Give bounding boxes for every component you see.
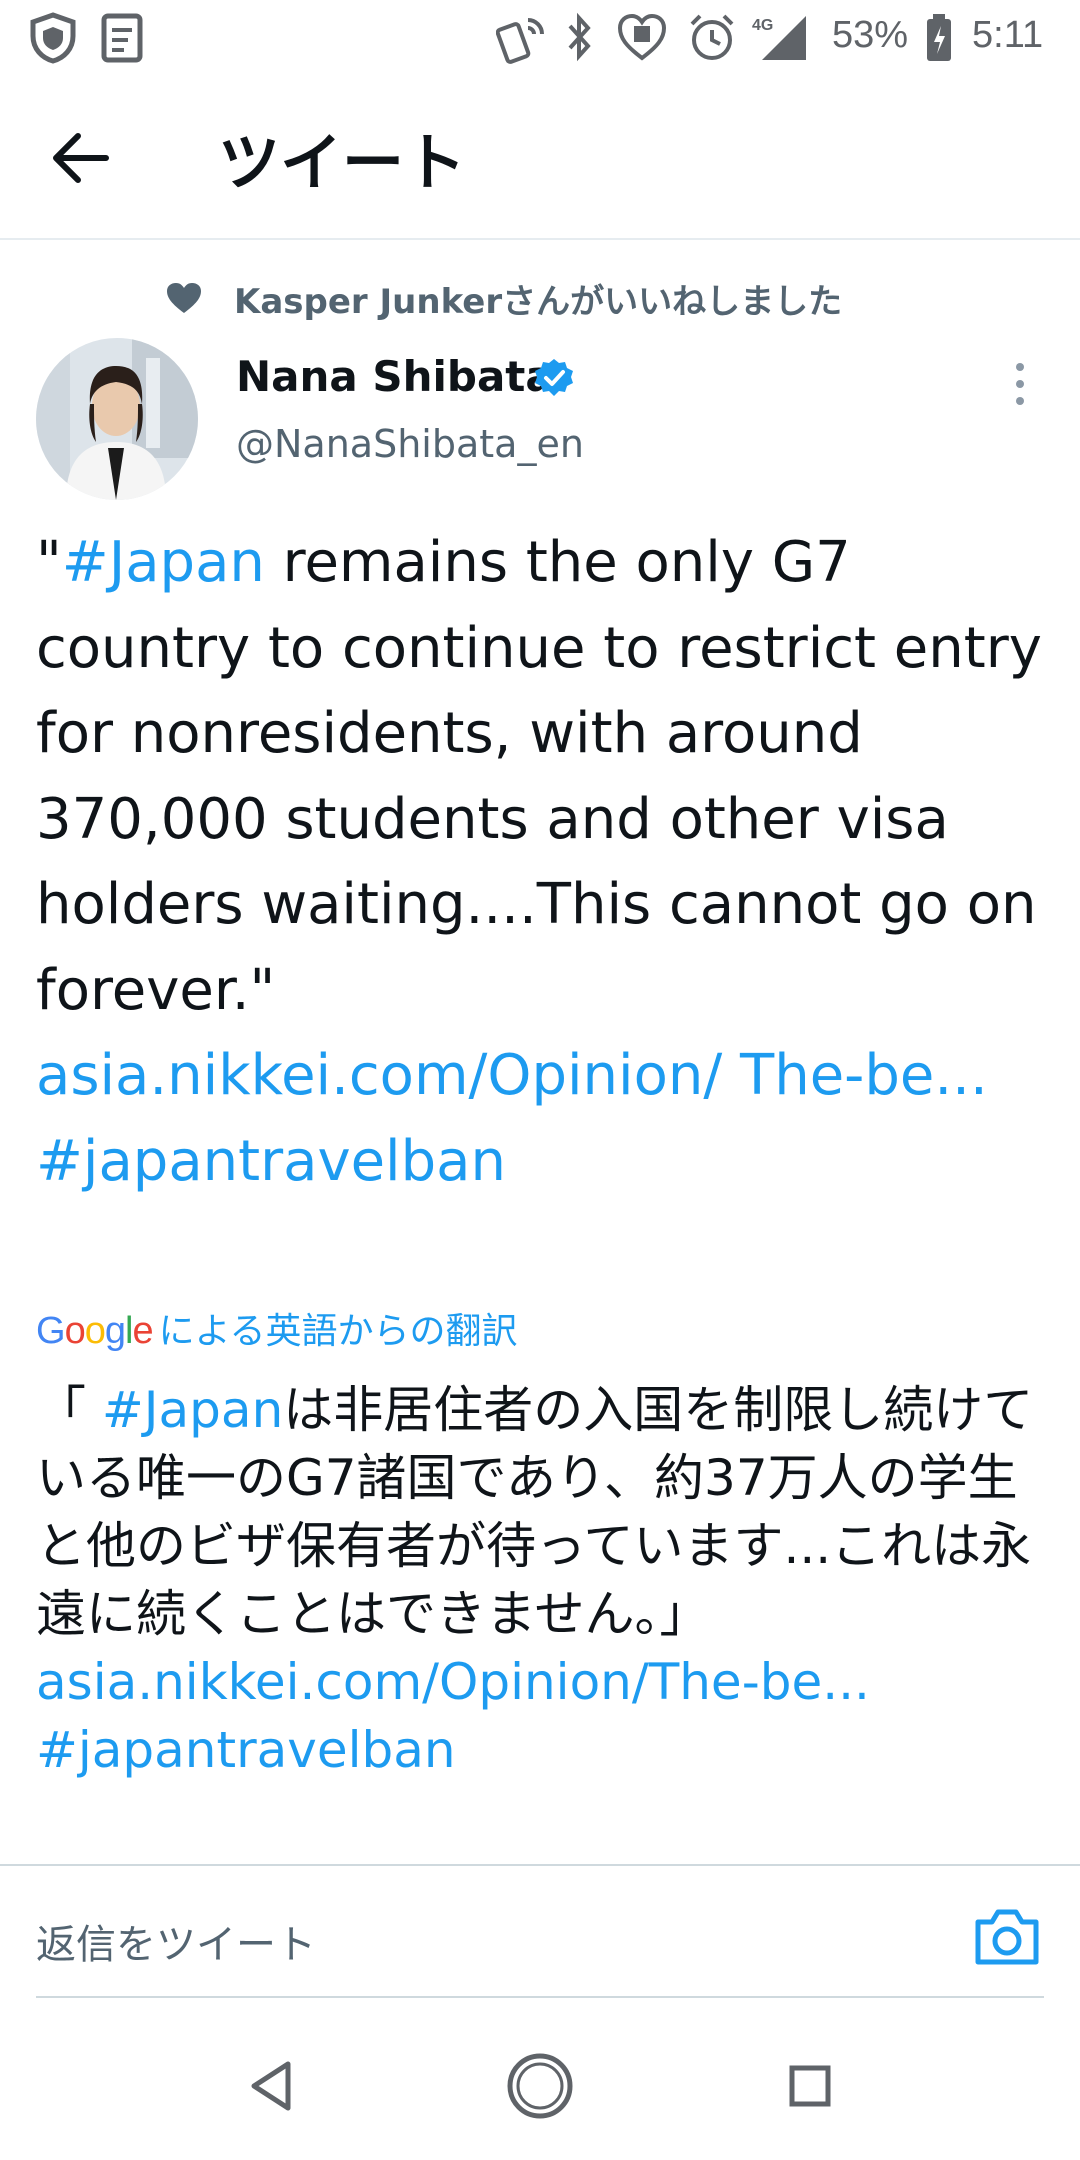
divider: [36, 1996, 1044, 1998]
back-arrow-icon: [53, 133, 109, 183]
notes-icon: [100, 12, 148, 68]
clock-time: 5:11: [972, 14, 1044, 56]
nav-home-icon[interactable]: [506, 2053, 574, 2124]
google-logo: Google: [36, 1310, 154, 1352]
page-title: ツイート: [218, 126, 467, 199]
nav-recents-icon[interactable]: [786, 2056, 834, 2120]
tweet-text: "#Japan remains the only G7 country to c…: [36, 520, 1046, 1204]
battery-percent: 53%: [832, 14, 909, 56]
nfc-phone-icon: [495, 12, 548, 68]
divider: [0, 1864, 1080, 1866]
translated-by: Google による英語からの翻訳: [36, 1302, 518, 1352]
tweet-body: remains the only G7 country to continue …: [36, 530, 1042, 1023]
translation-hashtag-japantravelban[interactable]: #japantravelban: [36, 1721, 456, 1779]
nav-back-icon[interactable]: [246, 2056, 294, 2120]
hashtag-japantravelban[interactable]: #japantravelban: [36, 1129, 506, 1194]
avatar[interactable]: [36, 338, 198, 500]
shield-icon: [28, 12, 78, 68]
status-bar: 4G 53% 5:11: [0, 0, 1080, 76]
hashtag-japan[interactable]: #Japan: [62, 530, 265, 595]
svg-text:4G: 4G: [752, 17, 773, 34]
translated-text: 「 #Japanは非居住者の入国を制限し続けている唯一のG7諸国であり、約37万…: [36, 1376, 1056, 1784]
liked-by-text: Kasper Junkerさんがいいねしました: [234, 282, 843, 322]
quote-mark: ": [36, 530, 62, 595]
author-handle[interactable]: @NanaShibata_en: [236, 422, 584, 466]
signal-4g-icon: 4G: [752, 12, 808, 68]
more-vertical-icon: [1016, 363, 1024, 405]
back-button[interactable]: [44, 118, 124, 198]
camera-button[interactable]: [972, 1906, 1042, 1968]
verified-badge-icon: [534, 358, 574, 402]
alarm-icon: [688, 12, 736, 68]
bluetooth-icon: [564, 12, 596, 68]
author-name[interactable]: Nana Shibata: [236, 352, 554, 401]
reply-input[interactable]: 返信をツイート: [36, 1912, 316, 1970]
translation-hashtag-japan[interactable]: #Japan: [102, 1381, 283, 1439]
translated-label: による英語からの翻訳: [158, 1311, 518, 1352]
heart-icon: [166, 282, 202, 318]
tweet-link[interactable]: asia.nikkei.com/Opinion/ The-be...: [36, 1043, 988, 1108]
translation-link[interactable]: asia.nikkei.com/Opinion/The-be...: [36, 1653, 870, 1711]
translation-open-bracket: 「: [36, 1381, 102, 1439]
system-nav-bar: [0, 2020, 1080, 2160]
camera-icon: [975, 1909, 1039, 1965]
battery-icon: [924, 12, 954, 68]
more-options-button[interactable]: [1000, 360, 1040, 410]
heart-monitor-icon: [616, 12, 668, 68]
app-header: ツイート: [0, 76, 1080, 240]
tweet-detail-screen: 4G 53% 5:11 ツイート Kasper Junkerさんがいいねしました: [0, 0, 1080, 2160]
